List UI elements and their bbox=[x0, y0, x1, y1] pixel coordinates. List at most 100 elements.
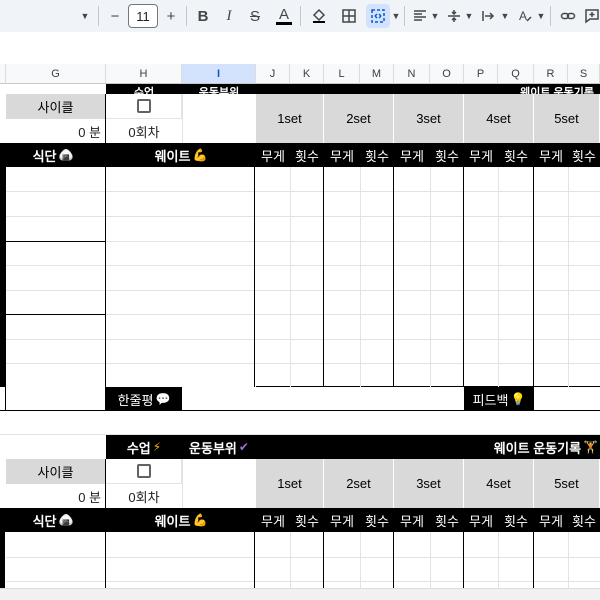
weight-header: 웨이트 💪 bbox=[106, 508, 256, 532]
set-5-reps-label: 횟수 bbox=[568, 143, 600, 167]
class-header: 수업 ⚡ bbox=[106, 435, 182, 459]
check-mark-icon: ✔ bbox=[238, 440, 249, 454]
toolbar-divider bbox=[550, 6, 551, 26]
column-header-j[interactable]: J bbox=[256, 64, 290, 84]
strikethrough-button[interactable]: S bbox=[246, 4, 264, 28]
horizontal-scrollbar[interactable] bbox=[0, 588, 600, 600]
minutes-value[interactable]: 0 분 bbox=[6, 119, 106, 143]
weight-header: 웨이트 💪 bbox=[106, 143, 256, 167]
diet-header: 식단 🍙 bbox=[0, 508, 106, 532]
set-3-header: 3set bbox=[394, 459, 464, 508]
set-2-weight-label: 무게 bbox=[324, 143, 360, 167]
valign-dropdown-chevron-icon[interactable]: ▼ bbox=[464, 4, 474, 28]
weight-exercise-entries[interactable] bbox=[106, 167, 256, 387]
set-5-weight-label: 무게 bbox=[534, 143, 568, 167]
column-header-s[interactable]: S bbox=[568, 64, 600, 84]
toolbar-divider bbox=[186, 6, 187, 26]
attendance-checkbox[interactable] bbox=[136, 464, 151, 478]
set-4-reps-label: 횟수 bbox=[498, 143, 534, 167]
diet-entries[interactable] bbox=[6, 532, 106, 588]
formula-bar-area bbox=[0, 32, 600, 64]
attendance-checkbox-cell[interactable] bbox=[106, 459, 182, 484]
review-input[interactable] bbox=[182, 387, 464, 411]
align-dropdown-chevron-icon[interactable]: ▼ bbox=[430, 4, 440, 28]
column-header-n[interactable]: N bbox=[394, 64, 430, 84]
rotate-dropdown-chevron-icon[interactable]: ▼ bbox=[536, 4, 546, 28]
vertical-align-icon[interactable] bbox=[444, 4, 464, 28]
muscle-icon: 💪 bbox=[192, 148, 208, 162]
set-3-weight-label: 무게 bbox=[394, 143, 430, 167]
text-rotate-icon[interactable]: A bbox=[514, 4, 534, 28]
set-5-header: 5set bbox=[534, 94, 600, 143]
rice-ball-icon: 🍙 bbox=[58, 513, 74, 527]
diet-header: 식단 🍙 bbox=[0, 143, 106, 167]
paint-bucket-icon[interactable] bbox=[308, 4, 330, 28]
set-4-weight-label: 무게 bbox=[464, 143, 498, 167]
set-1-header: 1set bbox=[256, 94, 324, 143]
session-value[interactable]: 0회차 bbox=[106, 119, 182, 143]
merge-cells-icon[interactable] bbox=[366, 4, 390, 28]
feedback-input[interactable] bbox=[534, 387, 600, 411]
set-2-header: 2set bbox=[324, 94, 394, 143]
set-1-reps-label: 횟수 bbox=[290, 143, 324, 167]
weight-record-header: 웨이트 운동기록 🏋 bbox=[256, 435, 600, 459]
font-dropdown-chevron-icon[interactable]: ▼ bbox=[80, 4, 90, 28]
speech-bubble-icon: 💬 bbox=[155, 392, 171, 406]
merge-dropdown-chevron-icon[interactable]: ▼ bbox=[391, 4, 401, 28]
class-header-partial: 수업 bbox=[106, 84, 182, 94]
body-part-header-partial: 운동부위 bbox=[182, 84, 256, 94]
text-color-button[interactable]: A bbox=[274, 4, 294, 28]
set-2-header: 2set bbox=[324, 459, 394, 508]
light-bulb-icon: 💡 bbox=[510, 392, 526, 406]
column-header-i[interactable]: I bbox=[182, 64, 256, 84]
feedback-header: 피드백 💡 bbox=[464, 387, 534, 411]
wrap-dropdown-chevron-icon[interactable]: ▼ bbox=[500, 4, 510, 28]
weight-record-header-partial: 웨이트 운동기록 bbox=[256, 84, 600, 94]
column-header-q[interactable]: Q bbox=[498, 64, 534, 84]
attendance-checkbox[interactable] bbox=[136, 99, 151, 113]
column-header-h[interactable]: H bbox=[106, 64, 182, 84]
bold-button[interactable]: B bbox=[194, 4, 212, 28]
set-3-reps-label: 횟수 bbox=[430, 143, 464, 167]
body-part-value[interactable] bbox=[182, 94, 256, 143]
column-header-o[interactable]: O bbox=[430, 64, 464, 84]
weight-exercise-entries[interactable] bbox=[106, 532, 256, 588]
session-value[interactable]: 0회차 bbox=[106, 484, 182, 508]
set-5-reps-label: 횟수 bbox=[568, 508, 600, 532]
attendance-checkbox-cell[interactable] bbox=[106, 94, 182, 119]
decrease-font-size-button[interactable]: − bbox=[106, 4, 124, 28]
minutes-value[interactable]: 0 분 bbox=[6, 484, 106, 508]
column-header-m[interactable]: M bbox=[360, 64, 394, 84]
column-header-g[interactable]: G bbox=[6, 64, 106, 84]
set-4-header: 4set bbox=[464, 94, 534, 143]
set-3-weight-label: 무게 bbox=[394, 508, 430, 532]
add-comment-icon[interactable] bbox=[584, 4, 600, 28]
set-5-header: 5set bbox=[534, 459, 600, 508]
set-1-weight-label: 무게 bbox=[256, 143, 290, 167]
column-header-r[interactable]: R bbox=[534, 64, 568, 84]
weightlifter-icon: 🏋 bbox=[583, 440, 598, 454]
column-header-l[interactable]: L bbox=[324, 64, 360, 84]
set-3-header: 3set bbox=[394, 94, 464, 143]
set-record-entries[interactable] bbox=[256, 532, 600, 588]
column-header-k[interactable]: K bbox=[290, 64, 324, 84]
borders-icon[interactable] bbox=[338, 4, 360, 28]
set-3-reps-label: 횟수 bbox=[430, 508, 464, 532]
muscle-icon: 💪 bbox=[192, 513, 208, 527]
svg-text:A: A bbox=[519, 9, 527, 23]
italic-button[interactable]: I bbox=[220, 4, 238, 28]
column-header-p[interactable]: P bbox=[464, 64, 498, 84]
set-record-entries[interactable] bbox=[256, 167, 600, 387]
increase-font-size-button[interactable]: + bbox=[162, 4, 180, 28]
rice-ball-icon: 🍙 bbox=[58, 148, 74, 162]
toolbar-divider bbox=[404, 6, 405, 26]
text-wrap-icon[interactable] bbox=[478, 4, 498, 28]
align-left-icon[interactable] bbox=[410, 4, 430, 28]
link-icon[interactable] bbox=[558, 4, 578, 28]
body-part-header: 운동부위 ✔ bbox=[182, 435, 256, 459]
toolbar-divider bbox=[300, 6, 301, 26]
text-color-letter: A bbox=[278, 5, 289, 23]
diet-entries[interactable] bbox=[6, 167, 106, 387]
font-size-input[interactable]: 11 bbox=[128, 4, 158, 28]
body-part-value[interactable] bbox=[182, 459, 256, 508]
